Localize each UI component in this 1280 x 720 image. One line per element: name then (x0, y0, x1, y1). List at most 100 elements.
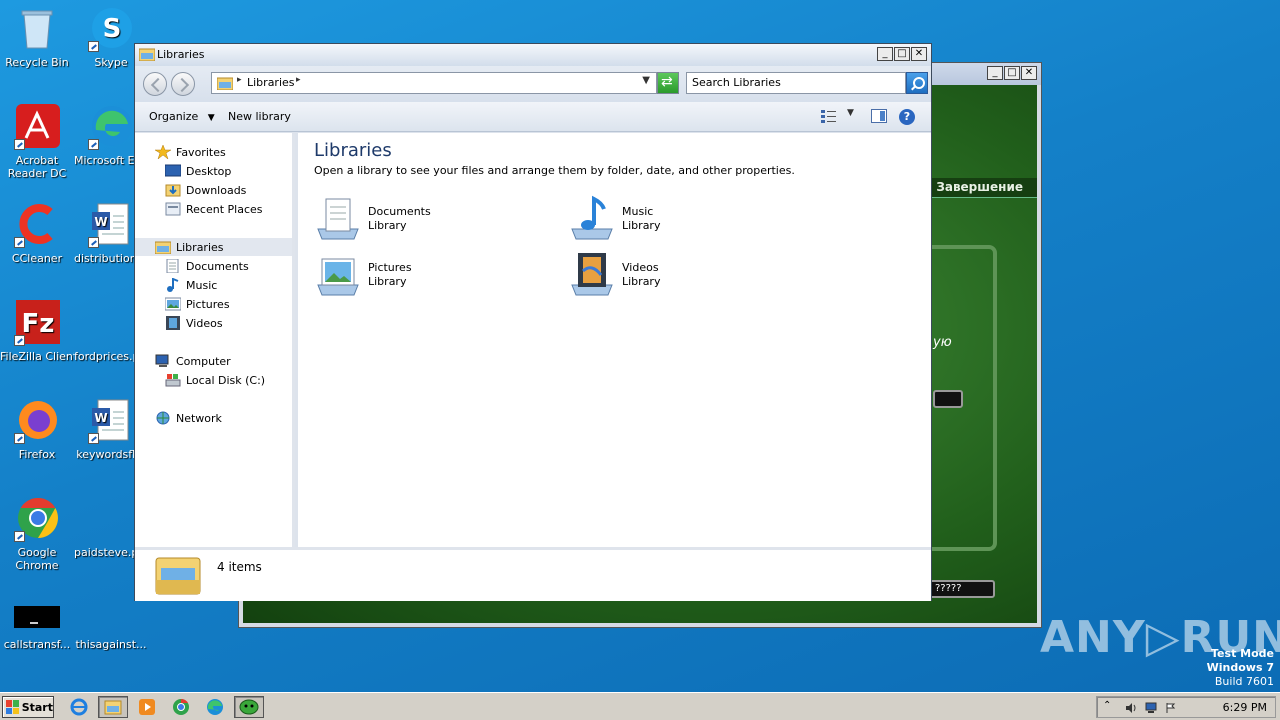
chrome-icon (14, 496, 60, 542)
documents-library-icon (317, 198, 359, 240)
background-field[interactable]: ????? (929, 580, 995, 598)
nav-label: Desktop (186, 164, 232, 178)
nav-item-desktop[interactable]: Desktop (164, 162, 232, 180)
nav-item-documents[interactable]: Documents (165, 257, 249, 275)
explorer-window[interactable]: Libraries _ □ ✕ ▸ Libraries ▸ ▼ Search L… (134, 43, 932, 601)
details-pane: 4 items (135, 547, 931, 601)
blank-file-icon (88, 604, 134, 634)
breadcrumb-arrow-icon[interactable]: ▸ (237, 75, 242, 85)
nav-item-local-disk[interactable]: Local Disk (C:) (165, 371, 265, 389)
desktop-icon-label: Google Chrome (15, 546, 59, 572)
library-item-music[interactable]: Music Library (568, 195, 660, 243)
nav-item-videos[interactable]: Videos (165, 314, 223, 332)
breadcrumb-libraries[interactable]: Libraries (247, 76, 295, 89)
test-mode-notice: Test Mode Windows 7 Build 7601 (1207, 647, 1274, 689)
start-button[interactable]: Start (2, 696, 54, 718)
desktop-icon-label: thisagainst... (75, 638, 147, 651)
desktop-icon-recycle-bin[interactable]: Recycle Bin (0, 6, 74, 69)
network-globe-icon (155, 411, 171, 425)
show-hidden-icons-chevron-icon[interactable]: ⌃ (1103, 700, 1115, 712)
new-library-button[interactable]: New library (228, 110, 291, 123)
close-button[interactable]: ✕ (1021, 66, 1037, 80)
library-item-pictures[interactable]: Pictures Library (314, 251, 412, 299)
nav-item-favorites[interactable]: Favorites (154, 143, 226, 161)
view-options-icon[interactable] (821, 109, 837, 123)
computer-icon (155, 354, 171, 368)
desktop-icon-label: callstransf... (3, 638, 71, 651)
search-input[interactable]: Search Libraries (686, 72, 906, 94)
blank-file-icon (88, 300, 134, 346)
search-icon[interactable] (906, 72, 928, 94)
nav-item-network[interactable]: Network (155, 409, 222, 427)
folder-icon (104, 700, 122, 715)
taskbar-chrome[interactable] (166, 696, 196, 718)
taskbar-media-player[interactable] (132, 696, 162, 718)
nav-item-computer[interactable]: Computer (155, 352, 231, 370)
clock[interactable]: 6:29 PM (1223, 701, 1267, 714)
desktop-icon-label: Acrobat Reader DC (7, 154, 67, 180)
nav-label: Libraries (176, 240, 224, 254)
minimize-button[interactable]: _ (877, 47, 893, 61)
desktop-icon-label: Firefox (18, 448, 56, 461)
library-item-documents[interactable]: Documents Library (314, 195, 431, 243)
maximize-button[interactable]: □ (1004, 66, 1020, 80)
nav-item-downloads[interactable]: Downloads (165, 181, 246, 199)
svg-text:W: W (94, 215, 107, 229)
close-button[interactable]: ✕ (911, 47, 927, 61)
firefox-icon (14, 398, 60, 444)
nav-item-libraries[interactable]: Libraries (135, 238, 292, 256)
nav-label: Pictures (186, 297, 230, 311)
organize-button[interactable]: Organize ▼ (149, 110, 215, 123)
item-count: 4 items (217, 560, 262, 574)
organize-label: Organize (149, 110, 199, 123)
back-button[interactable] (143, 72, 167, 96)
help-icon[interactable]: ? (899, 109, 915, 125)
navigation-bar: ▸ Libraries ▸ ▼ Search Libraries (135, 66, 931, 102)
library-type: Library (622, 275, 661, 288)
internet-explorer-icon (70, 698, 88, 716)
library-item-videos[interactable]: Videos Library (568, 251, 660, 299)
action-center-flag-icon[interactable] (1165, 702, 1177, 714)
taskbar-green-app[interactable] (234, 696, 264, 718)
library-name: Pictures (368, 261, 412, 274)
address-bar[interactable]: ▸ Libraries ▸ ▼ (211, 72, 657, 94)
page-description: Open a library to see your files and arr… (314, 164, 795, 177)
desktop-icon-filezilla[interactable]: Fz FileZilla Client (0, 300, 74, 363)
desktop-icon-firefox[interactable]: Firefox (0, 398, 74, 461)
disk-drive-icon (165, 373, 181, 387)
desktop-icon-acrobat[interactable]: Acrobat Reader DC (0, 104, 74, 180)
nav-item-pictures[interactable]: Pictures (164, 295, 230, 313)
pictures-library-icon (317, 258, 359, 296)
forward-button[interactable] (171, 72, 195, 96)
desktop-icon-ccleaner[interactable]: CCleaner (0, 202, 74, 265)
taskbar-internet-explorer[interactable] (64, 696, 94, 718)
refresh-button[interactable] (657, 72, 679, 94)
desktop-icon-label: CCleaner (11, 252, 63, 265)
explorer-titlebar[interactable]: Libraries _ □ ✕ (135, 44, 931, 66)
desktop-icon-thisagainst[interactable]: thisagainst... (74, 604, 148, 651)
address-dropdown-icon[interactable]: ▼ (642, 75, 650, 86)
chrome-icon (173, 698, 189, 715)
breadcrumb-arrow-icon[interactable]: ▸ (296, 75, 301, 85)
skype-icon: S (88, 6, 134, 52)
view-dropdown-icon[interactable]: ▼ (847, 108, 854, 118)
volume-icon[interactable] (1125, 702, 1137, 714)
taskbar-edge[interactable] (200, 696, 230, 718)
nav-item-music[interactable]: Music (165, 276, 217, 294)
nav-label: Network (176, 411, 222, 425)
nav-item-recent-places[interactable]: Recent Places (165, 200, 263, 218)
background-button[interactable] (933, 390, 963, 408)
system-tray: ⌃ 6:29 PM (1096, 696, 1276, 718)
documents-icon (165, 258, 181, 274)
taskbar-explorer[interactable] (98, 696, 128, 718)
desktop-icon-chrome[interactable]: Google Chrome (0, 496, 74, 572)
menu-item-finish[interactable]: Завершение (936, 180, 1023, 194)
desktop-icon-callstransf[interactable]: callstransf... (0, 604, 74, 651)
network-icon[interactable] (1145, 702, 1157, 714)
nav-label: Music (186, 278, 218, 292)
os-build-line: Build 7601 (1214, 675, 1274, 688)
minimize-button[interactable]: _ (987, 66, 1003, 80)
maximize-button[interactable]: □ (894, 47, 910, 61)
preview-pane-icon[interactable] (871, 109, 887, 123)
nav-label: Computer (176, 354, 231, 368)
